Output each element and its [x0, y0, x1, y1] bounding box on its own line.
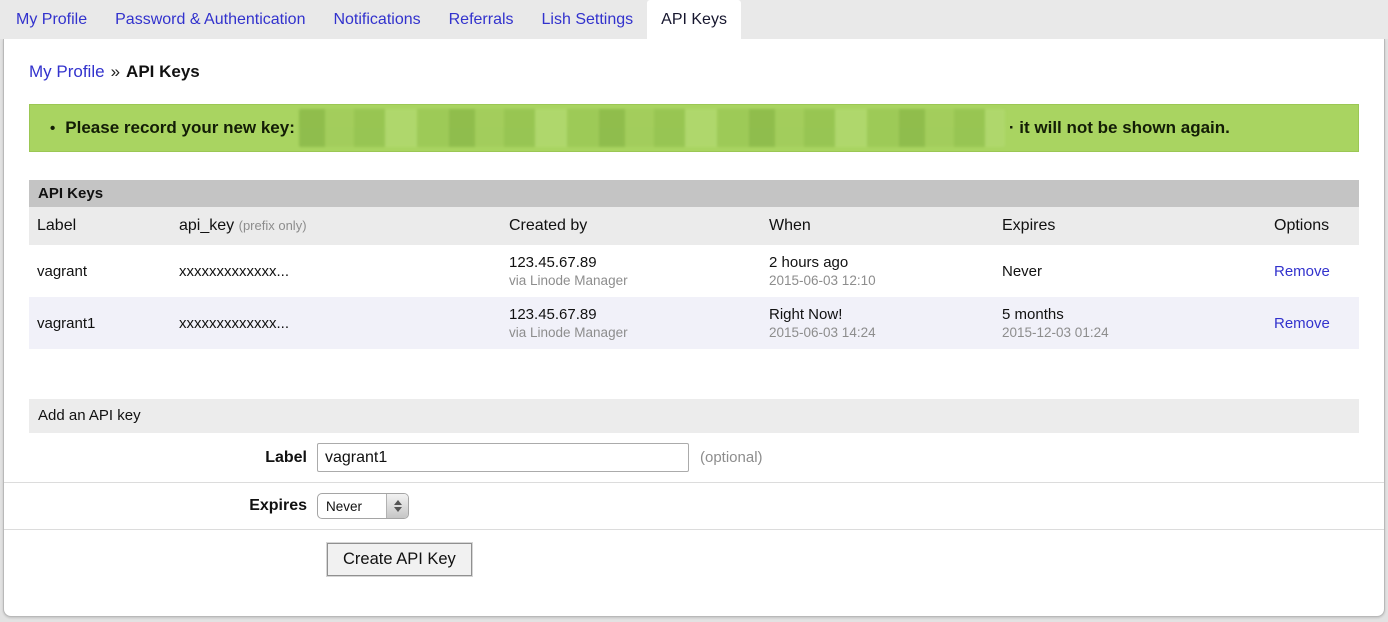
row-when-date: 2015-06-03 14:24: [769, 324, 986, 341]
new-key-alert: • Please record your new key: · it will …: [29, 104, 1359, 152]
api-keys-table: API Keys Label api_key (prefix only) Cre…: [29, 180, 1359, 349]
table-row: vagrant1 xxxxxxxxxxxxx... 123.45.67.89 v…: [29, 297, 1359, 349]
row-options: Remove: [1266, 255, 1359, 288]
label-input[interactable]: [317, 443, 689, 472]
label-form-row: Label (optional): [4, 433, 1384, 483]
table-row: vagrant xxxxxxxxxxxxx... 123.45.67.89 vi…: [29, 245, 1359, 297]
chevron-down-icon: [394, 507, 402, 512]
api-keys-table-title: API Keys: [29, 180, 1359, 207]
row-when: 2 hours ago 2015-06-03 12:10: [761, 245, 994, 297]
header-created-by: Created by: [501, 207, 761, 245]
header-options: Options: [1266, 207, 1359, 245]
header-when: When: [761, 207, 994, 245]
optional-hint: (optional): [700, 449, 763, 466]
header-api-key: api_key (prefix only): [171, 207, 501, 245]
tab-my-profile[interactable]: My Profile: [2, 0, 101, 39]
breadcrumb: My Profile » API Keys: [29, 62, 1359, 82]
tab-password-authentication[interactable]: Password & Authentication: [101, 0, 319, 39]
expires-select[interactable]: Never: [317, 493, 409, 519]
row-options: Remove: [1266, 307, 1359, 340]
alert-prefix-text: Please record your new key:: [65, 118, 295, 138]
row-expires: 5 months 2015-12-03 01:24: [994, 297, 1266, 349]
label-field-label: Label: [4, 449, 317, 467]
expires-select-value: Never: [318, 494, 386, 518]
add-api-key-section-title: Add an API key: [29, 399, 1359, 433]
remove-key-link[interactable]: Remove: [1274, 263, 1330, 280]
row-label: vagrant1: [29, 306, 171, 341]
row-created-via: via Linode Manager: [509, 272, 753, 289]
row-api-key: xxxxxxxxxxxxx...: [171, 306, 501, 341]
row-api-key: xxxxxxxxxxxxx...: [171, 254, 501, 289]
breadcrumb-current: API Keys: [126, 62, 200, 81]
tab-lish-settings[interactable]: Lish Settings: [528, 0, 648, 39]
header-expires: Expires: [994, 207, 1266, 245]
expires-field-label: Expires: [4, 497, 317, 515]
tab-notifications[interactable]: Notifications: [319, 0, 434, 39]
submit-form-row: Create API Key: [4, 530, 1384, 586]
select-stepper-icon: [386, 494, 408, 518]
header-label: Label: [29, 207, 171, 245]
alert-bullet: •: [50, 120, 55, 137]
header-api-key-hint: (prefix only): [239, 218, 307, 233]
tab-referrals[interactable]: Referrals: [435, 0, 528, 39]
profile-tab-bar: My Profile Password & Authentication Not…: [0, 0, 1388, 39]
tab-api-keys[interactable]: API Keys: [647, 0, 741, 40]
breadcrumb-my-profile-link[interactable]: My Profile: [29, 62, 105, 81]
api-keys-table-header-row: Label api_key (prefix only) Created by W…: [29, 207, 1359, 245]
row-created-by: 123.45.67.89 via Linode Manager: [501, 297, 761, 349]
chevron-up-icon: [394, 500, 402, 505]
breadcrumb-separator: »: [111, 62, 120, 81]
row-label: vagrant: [29, 254, 171, 289]
row-when: Right Now! 2015-06-03 14:24: [761, 297, 994, 349]
redacted-api-key: [299, 109, 1005, 147]
alert-suffix-text: · it will not be shown again.: [1009, 118, 1230, 138]
row-expires: Never: [994, 254, 1266, 289]
create-api-key-button[interactable]: Create API Key: [327, 543, 472, 576]
remove-key-link[interactable]: Remove: [1274, 315, 1330, 332]
row-created-via: via Linode Manager: [509, 324, 753, 341]
row-expires-date: 2015-12-03 01:24: [1002, 324, 1258, 341]
row-when-date: 2015-06-03 12:10: [769, 272, 986, 289]
row-created-by: 123.45.67.89 via Linode Manager: [501, 245, 761, 297]
expires-form-row: Expires Never: [4, 483, 1384, 530]
page-card: My Profile » API Keys • Please record your…: [3, 39, 1385, 617]
